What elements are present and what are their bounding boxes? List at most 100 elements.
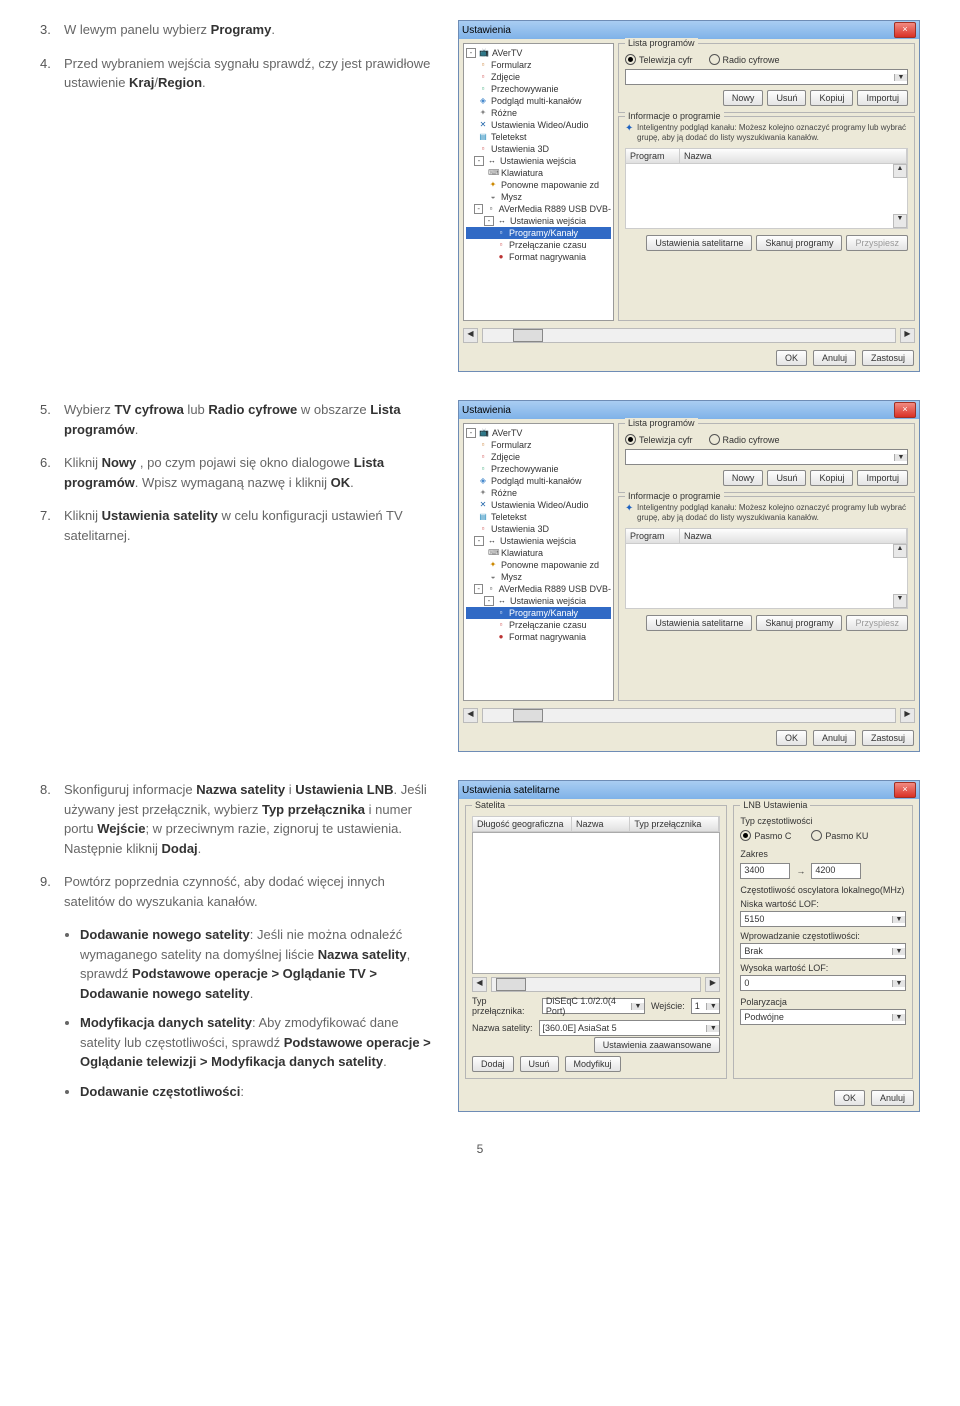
groupbox-label: Lista programów	[625, 38, 698, 48]
chevron-down-icon: ▼	[892, 948, 905, 955]
col-program: Program	[626, 149, 680, 163]
program-list-combo[interactable]: ▼	[625, 449, 908, 465]
close-icon[interactable]: ×	[894, 22, 916, 38]
chevron-down-icon: ▼	[631, 1003, 644, 1010]
settings-dialog: Ustawienia× -📺AVerTV ▫Formularz ▫Zdjęcie…	[458, 20, 920, 372]
delete-button[interactable]: Usuń	[520, 1056, 559, 1072]
scroll-left-icon[interactable]: ◀	[472, 977, 487, 992]
scroll-right-icon[interactable]: ▶	[705, 977, 720, 992]
scroll-right-icon[interactable]: ▶	[900, 328, 915, 343]
copy-button[interactable]: Kopiuj	[810, 470, 853, 486]
radio-radio-digital[interactable]: Radio cyfrowe	[709, 54, 780, 65]
step-body: Powtórz poprzednia czynność, aby dodać w…	[64, 872, 436, 911]
import-button[interactable]: Importuj	[857, 90, 908, 106]
h-scrollbar[interactable]	[482, 328, 896, 343]
modify-button[interactable]: Modyfikuj	[565, 1056, 621, 1072]
bullet-item: Dodawanie częstotliwości:	[80, 1082, 436, 1102]
new-button[interactable]: Nowy	[723, 90, 764, 106]
freq-input-combo[interactable]: Brak▼	[740, 943, 906, 959]
chevron-down-icon: ▼	[894, 454, 907, 461]
chevron-down-icon: ▼	[706, 1003, 719, 1010]
satellite-name-combo[interactable]: [360.0E] AsiaSat 5▼	[539, 1020, 721, 1036]
cancel-button[interactable]: Anuluj	[871, 1090, 914, 1106]
scroll-down-icon[interactable]: ▼	[893, 594, 907, 608]
chevron-down-icon: ▼	[894, 74, 907, 81]
radio-tv-digital[interactable]: Telewizja cyfr	[625, 54, 693, 65]
close-icon[interactable]: ×	[894, 782, 916, 798]
copy-button[interactable]: Kopiuj	[810, 90, 853, 106]
col-name: Nazwa	[680, 149, 907, 163]
dialog-title: Ustawienia	[462, 405, 894, 416]
bullet-item: Modyfikacja danych satelity: Aby zmodyfi…	[80, 1013, 436, 1072]
radio-band-ku[interactable]: Pasmo KU	[811, 830, 868, 841]
step-body: W lewym panelu wybierz Programy.	[64, 20, 436, 40]
scroll-left-icon[interactable]: ◀	[463, 328, 478, 343]
speedup-button: Przyspiesz	[846, 615, 908, 631]
step-num: 6.	[40, 453, 64, 492]
step-num: 9.	[40, 872, 64, 911]
scroll-right-icon[interactable]: ▶	[900, 708, 915, 723]
new-button[interactable]: Nowy	[723, 470, 764, 486]
ok-button[interactable]: OK	[776, 350, 807, 366]
satellite-settings-button[interactable]: Ustawienia satelitarne	[646, 235, 752, 251]
step-body: Przed wybraniem wejścia sygnału sprawdź,…	[64, 54, 436, 93]
scroll-up-icon[interactable]: ▲	[893, 164, 907, 178]
chevron-down-icon: ▼	[892, 1014, 905, 1021]
step-body: Kliknij Nowy , po czym pojawi się okno d…	[64, 453, 436, 492]
step-num: 7.	[40, 506, 64, 545]
nav-tree[interactable]: -📺AVerTV ▫Formularz ▫Zdjęcie ▫Przechowyw…	[463, 43, 614, 321]
scroll-left-icon[interactable]: ◀	[463, 708, 478, 723]
import-button[interactable]: Importuj	[857, 470, 908, 486]
switch-type-combo[interactable]: DiSEqC 1.0/2.0(4 Port)▼	[542, 998, 645, 1014]
info-text: Inteligentny podgląd kanału: Możesz kole…	[625, 501, 908, 528]
tree-selected: ▫Programy/Kanały	[466, 227, 611, 239]
polarization-combo[interactable]: Podwójne▼	[740, 1009, 906, 1025]
step-body: Skonfiguruj informacje Nazwa satelity i …	[64, 780, 436, 858]
delete-button[interactable]: Usuń	[767, 90, 806, 106]
program-table[interactable]: ▲▼	[625, 164, 908, 229]
input-port-combo[interactable]: 1▼	[691, 998, 721, 1014]
ok-button[interactable]: OK	[776, 730, 807, 746]
info-text: Inteligentny podgląd kanału: Możesz kole…	[625, 121, 908, 148]
scroll-up-icon[interactable]: ▲	[893, 544, 907, 558]
step-num: 8.	[40, 780, 64, 858]
h-scrollbar[interactable]	[482, 708, 896, 723]
scan-button[interactable]: Skanuj programy	[756, 615, 842, 631]
apply-button[interactable]: Zastosuj	[862, 350, 914, 366]
radio-radio-digital[interactable]: Radio cyfrowe	[709, 434, 780, 445]
satellite-settings-button[interactable]: Ustawienia satelitarne	[646, 615, 752, 631]
close-icon[interactable]: ×	[894, 402, 916, 418]
scroll-down-icon[interactable]: ▼	[893, 214, 907, 228]
radio-tv-digital[interactable]: Telewizja cyfr	[625, 434, 693, 445]
step-num: 4.	[40, 54, 64, 93]
ok-button[interactable]: OK	[834, 1090, 865, 1106]
step-body: Wybierz TV cyfrowa lub Radio cyfrowe w o…	[64, 400, 436, 439]
cancel-button[interactable]: Anuluj	[813, 350, 856, 366]
chevron-down-icon: ▼	[892, 916, 905, 923]
high-lof-combo[interactable]: 0▼	[740, 975, 906, 991]
scan-button[interactable]: Skanuj programy	[756, 235, 842, 251]
radio-band-c[interactable]: Pasmo C	[740, 830, 791, 841]
h-scrollbar[interactable]	[491, 977, 701, 992]
settings-dialog: Ustawienia× -📺AVerTV ▫Formularz ▫Zdjęcie…	[458, 400, 920, 752]
satellite-dialog: Ustawienia satelitarne× Satelita Długość…	[458, 780, 920, 1112]
cancel-button[interactable]: Anuluj	[813, 730, 856, 746]
nav-tree[interactable]: -📺AVerTV ▫Formularz ▫Zdjęcie ▫Przechowyw…	[463, 423, 614, 701]
satellite-list[interactable]	[472, 832, 720, 974]
apply-button[interactable]: Zastosuj	[862, 730, 914, 746]
step-body: Kliknij Ustawienia satelity w celu konfi…	[64, 506, 436, 545]
range-to[interactable]: 4200	[811, 863, 861, 879]
delete-button[interactable]: Usuń	[767, 470, 806, 486]
advanced-button[interactable]: Ustawienia zaawansowane	[594, 1037, 721, 1053]
tree-selected: ▫Programy/Kanały	[466, 607, 611, 619]
chevron-down-icon: ▼	[892, 980, 905, 987]
groupbox-label: Informacje o programie	[625, 111, 724, 121]
add-button[interactable]: Dodaj	[472, 1056, 514, 1072]
range-from[interactable]: 3400	[740, 863, 790, 879]
dialog-title: Ustawienia satelitarne	[462, 785, 894, 796]
low-lof-combo[interactable]: 5150▼	[740, 911, 906, 927]
program-table[interactable]: ▲▼	[625, 544, 908, 609]
program-list-combo[interactable]: ▼	[625, 69, 908, 85]
chevron-down-icon: ▼	[706, 1025, 719, 1032]
speedup-button: Przyspiesz	[846, 235, 908, 251]
